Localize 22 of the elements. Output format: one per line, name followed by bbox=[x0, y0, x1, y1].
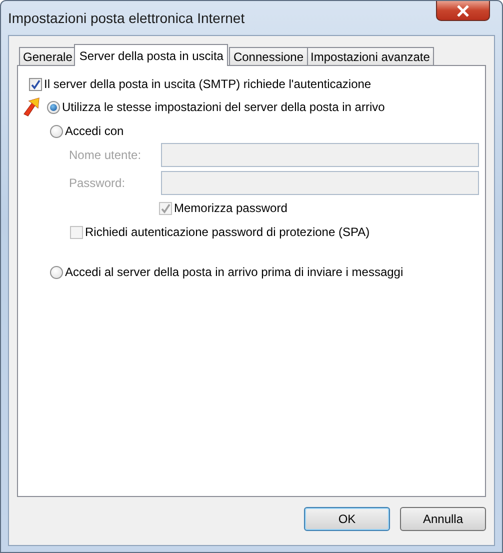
field-label: Nome utente: bbox=[69, 148, 142, 162]
tab[interactable]: Server della posta in uscita bbox=[74, 44, 228, 66]
tab[interactable]: Connessione bbox=[229, 47, 308, 66]
radio-button[interactable] bbox=[47, 100, 60, 114]
arrow-icon bbox=[23, 97, 41, 117]
radio-label: Utilizza le stesse impostazioni del server della posta in arrivo bbox=[62, 100, 385, 114]
close-button[interactable] bbox=[436, 1, 490, 21]
window-title: Impostazioni posta elettronica Internet bbox=[8, 10, 245, 26]
tab[interactable]: Impostazioni avanzate bbox=[306, 47, 434, 66]
close-icon bbox=[455, 4, 471, 16]
radio-button[interactable] bbox=[50, 124, 63, 138]
checkbox-label: Richiedi autenticazione password di protezione (SPA) bbox=[85, 225, 370, 239]
radio-button[interactable] bbox=[50, 266, 63, 278]
checkbox-label: Il server della posta in uscita (SMTP) richiede l'autenticazione bbox=[44, 77, 372, 91]
checkbox[interactable] bbox=[29, 78, 42, 90]
checkbox-label: Memorizza password bbox=[174, 201, 288, 215]
radio-label: Accedi con bbox=[65, 124, 124, 138]
ok-button[interactable]: OK bbox=[304, 507, 390, 531]
tab[interactable]: Generale bbox=[19, 47, 76, 66]
cancel-button[interactable]: Annulla bbox=[400, 507, 486, 531]
radio-label: Accedi al server della posta in arrivo prima di inviare i messaggi bbox=[65, 265, 404, 279]
field-label: Password: bbox=[69, 176, 126, 190]
